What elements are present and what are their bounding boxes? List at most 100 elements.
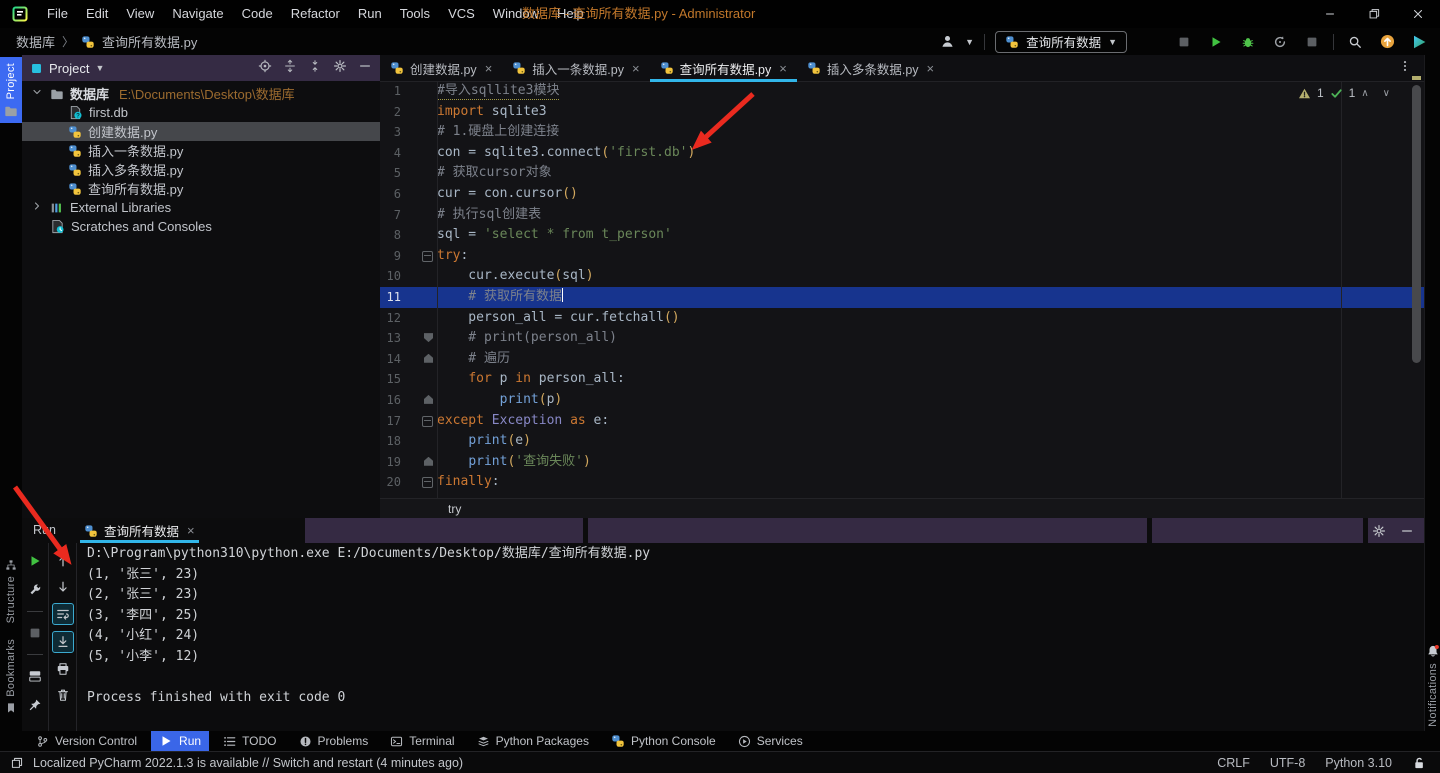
editor-breadcrumbs[interactable]: try (380, 498, 1424, 518)
fold-marker-icon[interactable] (422, 251, 433, 262)
gear-icon[interactable] (333, 59, 347, 78)
error-stripe-mark[interactable] (1412, 76, 1421, 80)
lock-icon[interactable] (1412, 756, 1426, 770)
fold-marker-icon[interactable] (422, 477, 433, 488)
code-line[interactable]: 12 person_all = cur.fetchall() (380, 308, 1424, 329)
menu-vcs[interactable]: VCS (439, 0, 484, 28)
code-line[interactable]: 6cur = con.cursor() (380, 184, 1424, 205)
tree-item[interactable]: 插入一条数据.py (22, 141, 380, 160)
soft-wrap-toggle[interactable] (52, 603, 74, 625)
code-line[interactable]: 14 # 遍历 (380, 349, 1424, 370)
menu-run[interactable]: Run (349, 0, 391, 28)
code-line[interactable]: 20finally: (380, 472, 1424, 493)
code-editor[interactable]: 1#导入sqllite3模块2import sqlite33# 1.硬盘上创建连… (380, 81, 1424, 499)
code-line[interactable]: 19 print('查询失败') (380, 452, 1424, 473)
breadcrumb-item-try[interactable]: try (448, 502, 461, 516)
console-line[interactable]: (5, '小李', 12) (87, 647, 1424, 668)
profiler-button[interactable] (1269, 35, 1291, 49)
code-line[interactable]: 17except Exception as e: (380, 411, 1424, 432)
menu-code[interactable]: Code (233, 0, 282, 28)
console-line[interactable]: (4, '小红', 24) (87, 626, 1424, 647)
next-occurrence-button[interactable] (53, 577, 73, 597)
editor-tab[interactable]: 创建数据.py× (380, 55, 502, 81)
stop-process-button[interactable] (1301, 35, 1323, 49)
tree-item[interactable]: 创建数据.py (22, 122, 380, 141)
minus-icon[interactable] (358, 59, 372, 78)
sidebar-item-structure[interactable]: Structure (0, 553, 22, 637)
minimize-button[interactable] (1308, 0, 1352, 28)
tree-item[interactable]: 查询所有数据.py (22, 179, 380, 198)
close-button[interactable] (1396, 0, 1440, 28)
code-line[interactable]: 15 for p in person_all: (380, 369, 1424, 390)
update-button[interactable] (1376, 34, 1398, 49)
close-icon[interactable]: × (485, 61, 493, 76)
console-line[interactable]: D:\Program\python310\python.exe E:/Docum… (87, 544, 1424, 565)
next-problem-chevron-icon[interactable]: ∨ (1383, 88, 1390, 99)
close-icon[interactable]: × (927, 61, 935, 76)
run-console-output[interactable]: D:\Program\python310\python.exe E:/Docum… (77, 543, 1424, 731)
run-button[interactable] (1205, 35, 1227, 49)
menu-navigate[interactable]: Navigate (163, 0, 232, 28)
close-icon[interactable]: × (187, 523, 195, 538)
prev-occurrence-button[interactable] (53, 551, 73, 571)
project-panel-title[interactable]: Project (49, 61, 89, 76)
code-line[interactable]: 4con = sqlite3.connect('first.db') (380, 143, 1424, 164)
tree-item[interactable]: 插入多条数据.py (22, 160, 380, 179)
toolwindow-button-problems[interactable]: Problems (291, 731, 377, 751)
code-line[interactable]: 3# 1.硬盘上创建连接 (380, 122, 1424, 143)
editor-tab[interactable]: 插入多条数据.py× (797, 55, 944, 81)
code-line[interactable]: 2import sqlite3 (380, 102, 1424, 123)
breadcrumb-item[interactable]: 数据库 (16, 32, 55, 51)
fold-marker-icon[interactable] (424, 354, 433, 363)
prev-problem-chevron-icon[interactable]: ∧ (1361, 88, 1368, 99)
fold-marker-icon[interactable] (422, 416, 433, 427)
tree-item[interactable]: External Libraries (22, 198, 380, 217)
sidebar-item-project[interactable]: Project (0, 57, 22, 123)
pin-button[interactable] (25, 695, 45, 715)
locate-icon[interactable] (258, 59, 272, 78)
layout-button[interactable] (25, 666, 45, 686)
stop-button[interactable] (1173, 35, 1195, 49)
tree-item[interactable]: ?first.db (22, 103, 380, 122)
maximize-button[interactable] (1352, 0, 1396, 28)
toolwindow-button-todo[interactable]: TODO (215, 731, 284, 751)
code-line[interactable]: 16 print(p) (380, 390, 1424, 411)
menu-refactor[interactable]: Refactor (282, 0, 349, 28)
status-widget[interactable]: Python 3.10 (1325, 756, 1392, 770)
code-line[interactable]: 11 # 获取所有数据 (380, 287, 1424, 308)
chevron-down-icon[interactable]: ▼ (965, 37, 974, 47)
status-message[interactable]: Localized PyCharm 2022.1.3 is available … (33, 756, 463, 770)
toolwindow-button-services[interactable]: Services (730, 731, 811, 751)
tree-item[interactable]: 数据库E:\Documents\Desktop\数据库 (22, 84, 380, 103)
tree-item[interactable]: Scratches and Consoles (22, 217, 380, 236)
status-widget[interactable]: CRLF (1217, 756, 1250, 770)
close-icon[interactable]: × (632, 61, 640, 76)
code-line[interactable]: 7# 执行sql创建表 (380, 205, 1424, 226)
menu-tools[interactable]: Tools (391, 0, 439, 28)
user-icon[interactable] (940, 34, 955, 49)
toolwindow-button-python-console[interactable]: Python Console (603, 731, 724, 751)
code-line[interactable]: 5# 获取cursor对象 (380, 163, 1424, 184)
debug-button[interactable] (1237, 35, 1259, 49)
editor-scrollbar[interactable] (1412, 85, 1421, 363)
rerun-button[interactable] (25, 551, 45, 571)
print-button[interactable] (53, 659, 73, 679)
fold-marker-icon[interactable] (424, 457, 433, 466)
chevron-down-icon[interactable] (30, 86, 44, 101)
fold-marker-icon[interactable] (424, 395, 433, 404)
menu-edit[interactable]: Edit (77, 0, 117, 28)
status-widget[interactable]: UTF-8 (1270, 756, 1305, 770)
code-line[interactable]: 8sql = 'select * from t_person' (380, 225, 1424, 246)
toolwindow-button-terminal[interactable]: Terminal (382, 731, 462, 751)
kebab-menu-icon[interactable] (1386, 59, 1424, 78)
fold-marker-icon[interactable] (424, 333, 433, 342)
collapse-all-icon[interactable] (308, 59, 322, 78)
run-tab[interactable]: 查询所有数据 × (80, 518, 199, 543)
console-line[interactable]: (1, '张三', 23) (87, 565, 1424, 586)
toolwindow-button-version-control[interactable]: Version Control (28, 731, 145, 751)
code-line[interactable]: 1#导入sqllite3模块 (380, 81, 1424, 102)
chevron-down-icon[interactable]: ▼ (95, 63, 104, 73)
code-line[interactable]: 13 # print(person_all) (380, 328, 1424, 349)
settings-button[interactable] (25, 580, 45, 600)
expand-all-icon[interactable] (283, 59, 297, 78)
